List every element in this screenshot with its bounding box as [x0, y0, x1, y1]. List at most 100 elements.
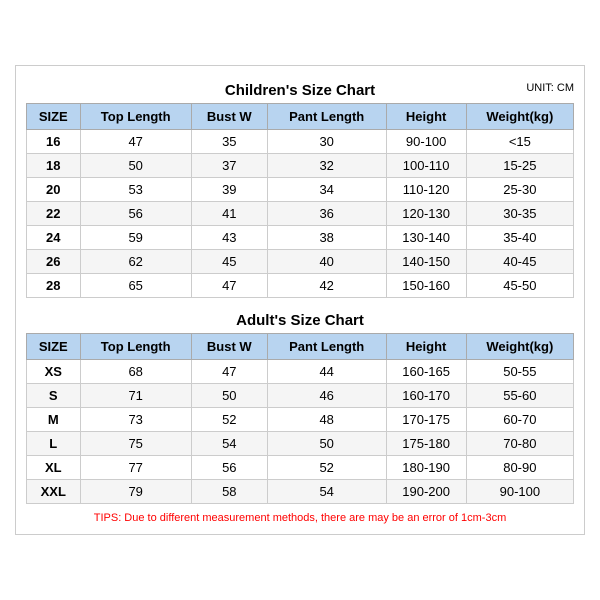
table-cell: 47	[191, 360, 267, 384]
col-top-length: Top Length	[80, 104, 191, 130]
adult-title-text: Adult's Size Chart	[236, 312, 364, 329]
table-cell: 16	[27, 130, 81, 154]
adult-col-height: Height	[386, 334, 466, 360]
table-cell: 47	[80, 130, 191, 154]
children-header-row: SIZE Top Length Bust W Pant Length Heigh…	[27, 104, 574, 130]
table-cell: 71	[80, 384, 191, 408]
table-row: XL775652180-19080-90	[27, 456, 574, 480]
table-cell: 175-180	[386, 432, 466, 456]
table-cell: 50-55	[466, 360, 573, 384]
table-cell: 62	[80, 250, 191, 274]
table-cell: 34	[267, 178, 386, 202]
table-row: L755450175-18070-80	[27, 432, 574, 456]
table-cell: L	[27, 432, 81, 456]
table-cell: 160-165	[386, 360, 466, 384]
table-cell: 50	[267, 432, 386, 456]
table-cell: 28	[27, 274, 81, 298]
table-cell: 70-80	[466, 432, 573, 456]
adult-col-weight: Weight(kg)	[466, 334, 573, 360]
table-cell: 50	[191, 384, 267, 408]
table-cell: 58	[191, 480, 267, 504]
table-cell: 35-40	[466, 226, 573, 250]
table-row: XS684744160-16550-55	[27, 360, 574, 384]
table-cell: XS	[27, 360, 81, 384]
children-table: SIZE Top Length Bust W Pant Length Heigh…	[26, 103, 574, 298]
table-cell: 39	[191, 178, 267, 202]
table-cell: 120-130	[386, 202, 466, 226]
table-row: M735248170-17560-70	[27, 408, 574, 432]
table-row: 26624540140-15040-45	[27, 250, 574, 274]
table-cell: 56	[191, 456, 267, 480]
table-row: 28654742150-16045-50	[27, 274, 574, 298]
table-cell: 35	[191, 130, 267, 154]
table-row: 24594338130-14035-40	[27, 226, 574, 250]
table-cell: 24	[27, 226, 81, 250]
table-cell: 68	[80, 360, 191, 384]
table-cell: 48	[267, 408, 386, 432]
table-cell: 59	[80, 226, 191, 250]
table-cell: 38	[267, 226, 386, 250]
table-cell: 42	[267, 274, 386, 298]
table-cell: 15-25	[466, 154, 573, 178]
table-cell: 80-90	[466, 456, 573, 480]
adult-col-size: SIZE	[27, 334, 81, 360]
adult-header-row: SIZE Top Length Bust W Pant Length Heigh…	[27, 334, 574, 360]
table-cell: 55-60	[466, 384, 573, 408]
table-cell: 40-45	[466, 250, 573, 274]
table-row: 22564136120-13030-35	[27, 202, 574, 226]
table-cell: 36	[267, 202, 386, 226]
table-cell: 52	[191, 408, 267, 432]
table-cell: 65	[80, 274, 191, 298]
table-cell: XXL	[27, 480, 81, 504]
table-cell: 41	[191, 202, 267, 226]
table-cell: 90-100	[386, 130, 466, 154]
table-cell: 32	[267, 154, 386, 178]
adult-section: Adult's Size Chart SIZE Top Length Bust …	[26, 306, 574, 504]
table-cell: 79	[80, 480, 191, 504]
table-cell: 46	[267, 384, 386, 408]
table-cell: 100-110	[386, 154, 466, 178]
table-cell: 110-120	[386, 178, 466, 202]
table-row: 1647353090-100<15	[27, 130, 574, 154]
table-cell: 54	[191, 432, 267, 456]
adult-table: SIZE Top Length Bust W Pant Length Heigh…	[26, 333, 574, 504]
table-cell: 140-150	[386, 250, 466, 274]
table-row: 20533934110-12025-30	[27, 178, 574, 202]
table-cell: S	[27, 384, 81, 408]
table-cell: 37	[191, 154, 267, 178]
table-cell: 26	[27, 250, 81, 274]
table-cell: 44	[267, 360, 386, 384]
table-cell: 25-30	[466, 178, 573, 202]
table-cell: 43	[191, 226, 267, 250]
table-cell: M	[27, 408, 81, 432]
table-cell: 47	[191, 274, 267, 298]
table-cell: 40	[267, 250, 386, 274]
table-cell: 45-50	[466, 274, 573, 298]
children-title-text: Children's Size Chart	[225, 82, 375, 99]
table-cell: 45	[191, 250, 267, 274]
table-cell: 73	[80, 408, 191, 432]
adult-col-pant-length: Pant Length	[267, 334, 386, 360]
col-bust-w: Bust W	[191, 104, 267, 130]
table-cell: 75	[80, 432, 191, 456]
table-cell: 130-140	[386, 226, 466, 250]
table-cell: 56	[80, 202, 191, 226]
table-cell: 20	[27, 178, 81, 202]
table-cell: 90-100	[466, 480, 573, 504]
table-cell: 54	[267, 480, 386, 504]
table-cell: 22	[27, 202, 81, 226]
table-cell: 190-200	[386, 480, 466, 504]
col-height: Height	[386, 104, 466, 130]
table-cell: 52	[267, 456, 386, 480]
table-cell: 160-170	[386, 384, 466, 408]
adult-col-bust-w: Bust W	[191, 334, 267, 360]
table-row: 18503732100-11015-25	[27, 154, 574, 178]
table-row: XXL795854190-20090-100	[27, 480, 574, 504]
table-cell: <15	[466, 130, 573, 154]
table-cell: 60-70	[466, 408, 573, 432]
unit-label: UNIT: CM	[526, 82, 574, 94]
col-pant-length: Pant Length	[267, 104, 386, 130]
table-cell: 53	[80, 178, 191, 202]
col-weight: Weight(kg)	[466, 104, 573, 130]
table-cell: 180-190	[386, 456, 466, 480]
